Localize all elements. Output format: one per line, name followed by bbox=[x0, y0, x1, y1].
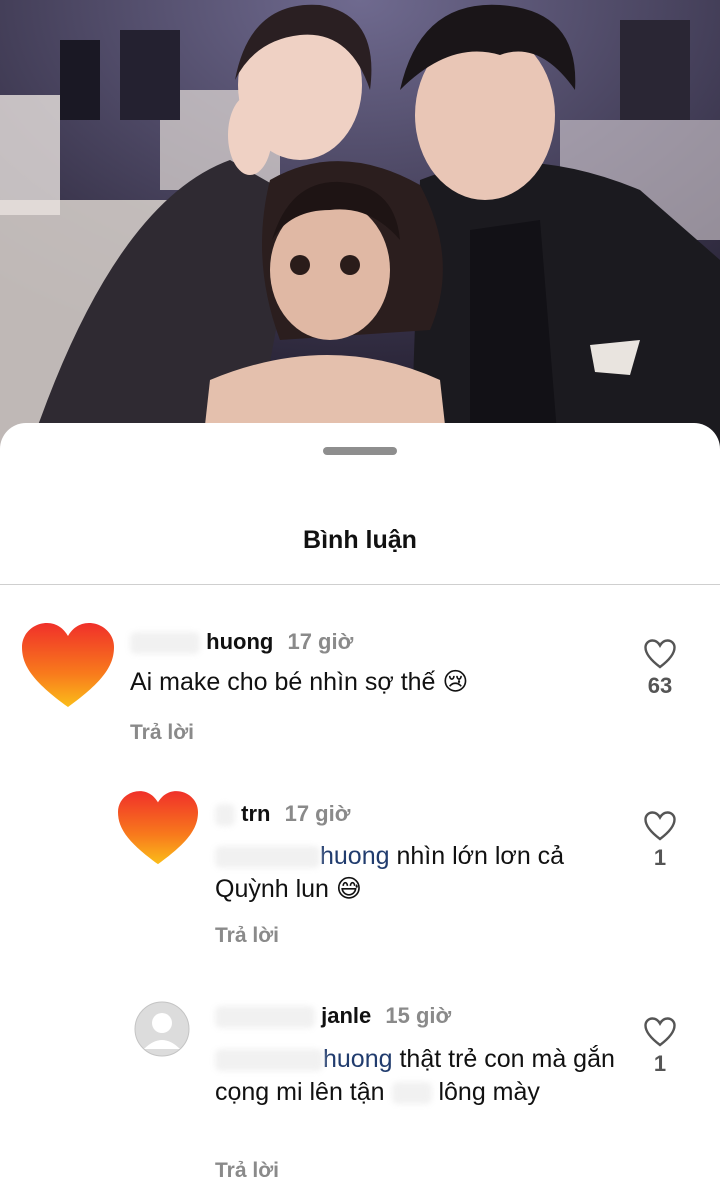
comment-meta: trn 17 giờ bbox=[215, 801, 350, 827]
comment-item: janle 15 giờ huong thật trẻ con mà gắn c… bbox=[0, 989, 720, 1189]
photo-illustration bbox=[0, 0, 720, 470]
comment-text: huong thật trẻ con mà gắn cọng mi lên tậ… bbox=[215, 1043, 615, 1109]
comment-item: huong 17 giờ Ai make cho bé nhìn sợ thế … bbox=[0, 613, 720, 753]
comment-time: 17 giờ bbox=[287, 629, 354, 654]
comment-mention[interactable]: huong bbox=[320, 842, 390, 870]
comment-item: trn 17 giờ huong nhìn lớn lơn cả Quỳnh l… bbox=[0, 783, 720, 953]
like-count: 1 bbox=[653, 845, 667, 870]
comment-meta: huong 17 giờ bbox=[130, 629, 353, 655]
comment-username[interactable]: huong bbox=[206, 629, 273, 654]
comment-body-end: lông mày bbox=[438, 1078, 540, 1106]
redacted-username-part bbox=[215, 804, 235, 827]
reply-button[interactable]: Trả lời bbox=[215, 924, 279, 948]
comment-text: Ai make cho bé nhìn sợ thế 😢 bbox=[130, 668, 469, 696]
heart-avatar-icon[interactable] bbox=[118, 791, 198, 871]
comment-username[interactable]: janle bbox=[321, 1003, 371, 1028]
heart-outline-icon[interactable] bbox=[644, 1017, 676, 1047]
heart-avatar-icon[interactable] bbox=[22, 623, 114, 714]
sheet-title: Bình luận bbox=[303, 526, 417, 554]
like-count: 63 bbox=[647, 673, 673, 698]
default-avatar-icon[interactable] bbox=[134, 1001, 190, 1062]
redacted-mention-part bbox=[215, 846, 320, 869]
comment-time: 15 giờ bbox=[385, 1003, 452, 1028]
header-divider bbox=[0, 584, 720, 585]
redacted-mention-part bbox=[391, 1082, 432, 1105]
post-photo bbox=[0, 0, 720, 470]
like-count: 1 bbox=[653, 1051, 667, 1076]
sheet-drag-handle[interactable] bbox=[323, 447, 397, 455]
comment-text: huong nhìn lớn lơn cả Quỳnh lun 😅 bbox=[215, 840, 615, 906]
redacted-username-part bbox=[130, 632, 200, 655]
redacted-mention-part bbox=[215, 1049, 323, 1072]
comment-meta: janle 15 giờ bbox=[215, 1003, 451, 1029]
heart-outline-icon[interactable] bbox=[644, 811, 676, 841]
like-control[interactable]: 1 bbox=[630, 1017, 690, 1077]
like-control[interactable]: 63 bbox=[630, 639, 690, 699]
redacted-username-part bbox=[215, 1006, 315, 1029]
reply-button[interactable]: Trả lời bbox=[130, 721, 194, 745]
comment-username[interactable]: trn bbox=[241, 801, 270, 826]
comment-time: 17 giờ bbox=[284, 801, 351, 826]
comments-sheet: Bình luận huong 17 giờ Ai make cho bé nh… bbox=[0, 423, 720, 1203]
reply-button[interactable]: Trả lời bbox=[215, 1159, 279, 1183]
heart-outline-icon[interactable] bbox=[644, 639, 676, 669]
like-control[interactable]: 1 bbox=[630, 811, 690, 871]
comment-mention[interactable]: huong bbox=[323, 1045, 393, 1073]
